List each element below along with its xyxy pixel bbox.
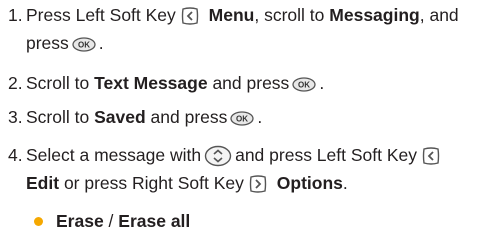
svg-text:OK: OK (236, 114, 248, 123)
step-number: 3. (8, 107, 23, 127)
step-text: and press (150, 107, 228, 127)
step-text: press (26, 33, 69, 53)
step-text: and press (212, 73, 290, 93)
step-text: . (257, 107, 263, 127)
step-text: , scroll to (254, 5, 325, 25)
svg-text:OK: OK (298, 80, 310, 89)
menu-label: Menu (208, 5, 255, 25)
bullet-dot-icon (34, 217, 43, 226)
step-number: 1. (8, 5, 23, 25)
ok-key-icon: OK (230, 111, 255, 126)
bullet-separator: / (103, 211, 119, 231)
text-message-label: Text Message (94, 73, 208, 93)
right-soft-key-icon (248, 174, 268, 194)
step-number: 2. (8, 73, 23, 93)
svg-text:OK: OK (78, 40, 90, 49)
step-text: , and (419, 5, 459, 25)
erase-all-label: Erase all (118, 211, 191, 231)
ok-key-icon: OK (72, 37, 96, 52)
step-text: Select a message with (26, 145, 202, 165)
step-text: and press Left Soft Key (235, 145, 418, 165)
step-text: . (342, 173, 348, 193)
messaging-label: Messaging (329, 5, 420, 25)
step-text: Scroll to (26, 107, 90, 127)
left-soft-key-icon (421, 146, 441, 166)
left-soft-key-icon (180, 6, 200, 26)
step-text: Scroll to (26, 73, 90, 93)
edit-label: Edit (26, 173, 60, 193)
saved-label: Saved (94, 107, 146, 127)
step-text: or press Right Soft Key (63, 173, 244, 193)
step-number: 4. (8, 145, 23, 165)
step-text: . (319, 73, 325, 93)
nav-key-icon (204, 145, 232, 167)
step-text: Press Left Soft Key (26, 5, 176, 25)
erase-label: Erase (56, 211, 104, 231)
options-label: Options (276, 173, 343, 193)
ok-key-icon: OK (292, 77, 316, 92)
step-text: . (98, 33, 104, 53)
